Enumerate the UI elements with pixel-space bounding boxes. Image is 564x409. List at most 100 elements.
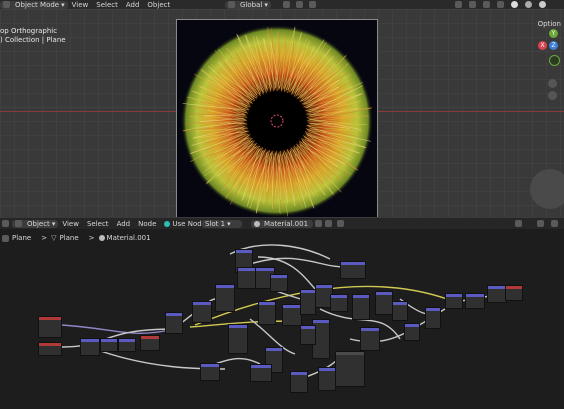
neg-y-axis-icon[interactable] xyxy=(549,55,560,66)
shader-node[interactable] xyxy=(425,307,441,329)
orientation-dropdown[interactable]: Global ▾ xyxy=(225,0,271,9)
node-header[interactable] xyxy=(271,275,287,278)
node-header[interactable] xyxy=(266,348,282,351)
menu-object[interactable]: Object xyxy=(147,1,170,9)
shader-node[interactable] xyxy=(140,335,160,351)
solid-shading-icon[interactable] xyxy=(511,1,518,8)
node-header[interactable] xyxy=(313,320,329,323)
node-menu-view[interactable]: View xyxy=(62,220,79,228)
node-header[interactable] xyxy=(506,286,522,289)
node-header[interactable] xyxy=(331,295,347,298)
node-header[interactable] xyxy=(319,368,335,371)
y-axis-icon[interactable]: Y xyxy=(549,29,558,38)
shader-node[interactable] xyxy=(360,327,380,351)
shader-node[interactable] xyxy=(505,285,523,301)
shader-node[interactable] xyxy=(80,338,100,356)
shader-node[interactable] xyxy=(258,301,276,325)
shader-node[interactable] xyxy=(290,371,308,393)
slot-dropdown[interactable]: Slot 1 ▾ xyxy=(202,219,242,228)
shader-node[interactable] xyxy=(250,364,272,382)
pin-icon[interactable] xyxy=(337,220,344,227)
node-header[interactable] xyxy=(216,285,234,288)
node-header[interactable] xyxy=(101,339,117,342)
shader-node[interactable] xyxy=(118,338,136,352)
node-header[interactable] xyxy=(336,352,364,355)
node-editor-canvas[interactable] xyxy=(0,229,564,409)
zoom-icon[interactable] xyxy=(548,79,557,88)
shader-node[interactable] xyxy=(392,301,408,321)
node-header[interactable] xyxy=(316,285,332,288)
pivot-icon[interactable] xyxy=(283,1,290,8)
shader-node[interactable] xyxy=(445,293,463,309)
shader-node[interactable] xyxy=(352,294,370,320)
object-mode-dropdown[interactable]: Object Mode ▾ xyxy=(0,0,68,9)
node-header[interactable] xyxy=(291,372,307,375)
z-axis-icon[interactable]: Z xyxy=(549,41,558,50)
material-field[interactable]: Material.001 xyxy=(251,219,313,228)
snap-icon[interactable] xyxy=(537,220,544,227)
options-button[interactable]: Option xyxy=(534,20,564,29)
shader-node[interactable] xyxy=(237,267,257,289)
shader-node[interactable] xyxy=(215,284,235,312)
shader-node[interactable] xyxy=(375,291,393,315)
object-type-dropdown[interactable]: Object ▾ xyxy=(12,219,59,228)
shader-node[interactable] xyxy=(465,293,485,309)
node-header[interactable] xyxy=(376,292,392,295)
navigation-gizmo[interactable]: Y Z X xyxy=(538,29,563,75)
editor-type-icon[interactable] xyxy=(2,220,9,227)
rendered-shading-icon[interactable] xyxy=(539,1,546,8)
node-header[interactable] xyxy=(119,339,135,342)
parent-icon[interactable] xyxy=(515,220,522,227)
menu-add[interactable]: Add xyxy=(126,1,140,9)
node-menu-node[interactable]: Node xyxy=(138,220,156,228)
shield-icon[interactable] xyxy=(315,220,322,227)
node-header[interactable] xyxy=(283,305,301,308)
node-header[interactable] xyxy=(361,328,379,331)
xray-icon[interactable] xyxy=(497,1,504,8)
3d-viewport[interactable]: op Orthographic ) Collection | Plane Opt… xyxy=(0,9,564,217)
shader-node[interactable] xyxy=(38,342,62,356)
node-header[interactable] xyxy=(229,325,247,328)
node-header[interactable] xyxy=(81,339,99,342)
node-header[interactable] xyxy=(259,302,275,305)
node-header[interactable] xyxy=(236,250,252,253)
shader-node[interactable] xyxy=(282,304,302,326)
x-axis-icon[interactable]: X xyxy=(538,41,547,50)
shader-node[interactable] xyxy=(270,274,288,292)
overlay-icon[interactable] xyxy=(483,1,490,8)
shader-node[interactable] xyxy=(192,301,212,323)
node-menu-add[interactable]: Add xyxy=(117,220,131,228)
gizmo-icon[interactable] xyxy=(469,1,476,8)
pan-icon[interactable] xyxy=(548,91,557,100)
camera-view-widget[interactable] xyxy=(530,169,564,209)
material-shading-icon[interactable] xyxy=(525,1,532,8)
node-header[interactable] xyxy=(353,295,369,298)
node-header[interactable] xyxy=(446,294,462,297)
duplicate-icon[interactable] xyxy=(325,220,332,227)
proportional-icon[interactable] xyxy=(309,1,316,8)
node-header[interactable] xyxy=(466,294,484,297)
shader-node[interactable] xyxy=(404,323,420,341)
shader-node[interactable] xyxy=(300,289,316,315)
snap-icon[interactable] xyxy=(296,1,303,8)
node-header[interactable] xyxy=(193,302,211,305)
shader-node[interactable] xyxy=(165,312,183,334)
overlay-icon[interactable] xyxy=(551,220,558,227)
shader-node[interactable] xyxy=(340,261,366,279)
shader-node[interactable] xyxy=(487,285,507,303)
node-header[interactable] xyxy=(238,268,256,271)
node-header[interactable] xyxy=(341,262,365,265)
menu-view[interactable]: View xyxy=(72,1,89,9)
node-header[interactable] xyxy=(251,365,271,368)
shader-node[interactable] xyxy=(335,351,365,387)
shader-node[interactable] xyxy=(300,325,316,345)
shader-node[interactable] xyxy=(318,367,336,391)
node-header[interactable] xyxy=(256,268,274,271)
node-header[interactable] xyxy=(141,336,159,339)
node-header[interactable] xyxy=(166,313,182,316)
shader-node[interactable] xyxy=(330,294,348,312)
shader-node[interactable] xyxy=(38,316,62,338)
node-header[interactable] xyxy=(301,326,315,329)
shader-node[interactable] xyxy=(228,324,248,354)
node-header[interactable] xyxy=(405,324,419,327)
